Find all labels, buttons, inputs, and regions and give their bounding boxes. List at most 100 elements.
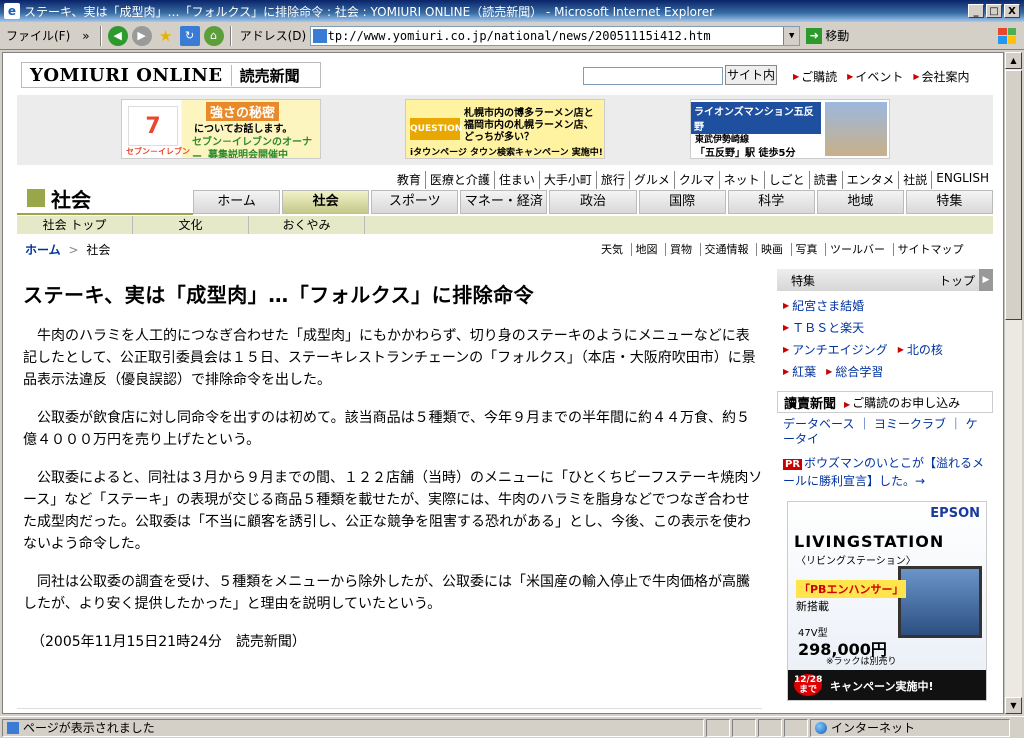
util-link[interactable]: サイトマップ (892, 243, 968, 256)
subnav-society-top[interactable]: 社会 トップ (17, 216, 133, 234)
feature-link[interactable]: 紀宮さま結婚 (783, 299, 864, 313)
ad-note: ※ラックは別売り (826, 657, 897, 667)
article-paragraph: 同社は公取委の調査を受け、５種類をメニューから除外したが、公取委には「米国産の輸… (23, 574, 751, 612)
banner-townpage[interactable]: QUESTION 札幌市内の博多ラーメン店と 福岡市内の札幌ラーメン店、 どっち… (405, 99, 605, 159)
breadcrumb-current: 社会 (86, 243, 111, 257)
util-link[interactable]: 写真 (790, 243, 822, 256)
feature-link[interactable]: ＴＢＳと楽天 (783, 321, 864, 335)
breadcrumb-sep: > (68, 243, 79, 257)
address-label: アドレス(D) (239, 29, 307, 43)
go-button[interactable]: ➜ 移動 (800, 27, 855, 44)
cat-link[interactable]: 旅行 (595, 171, 629, 189)
breadcrumb: ホーム > 社会 (25, 241, 110, 258)
home-icon[interactable]: ⌂ (203, 25, 224, 46)
maximize-button[interactable]: □ (986, 4, 1002, 18)
window-title: ステーキ、実は「成型肉」…「フォルクス」に排除命令 : 社会 : YOMIURI… (24, 4, 715, 19)
site-search-button[interactable]: サイト内 (725, 65, 777, 85)
cat-link[interactable]: 教育 (393, 171, 425, 189)
forward-icon[interactable]: ▶ (131, 25, 152, 46)
cat-link[interactable]: 住まい (493, 171, 539, 189)
main-nav: ホーム 社会 スポーツ マネー・経済 政治 国際 科学 地域 特集 (193, 190, 993, 214)
refresh-icon[interactable]: ↻ (179, 25, 200, 46)
epson-ad[interactable]: EPSON LIVINGSTATION 〈リビングステーション〉 「PBエンハン… (787, 501, 987, 701)
feature-top-label: トップ (938, 273, 975, 288)
status-cell (732, 718, 756, 737)
back-icon[interactable]: ◀ (107, 25, 128, 46)
cat-link[interactable]: グルメ (628, 171, 674, 189)
ad-feature-note: 新搭載 (796, 600, 829, 613)
subnav-obituaries[interactable]: おくやみ (249, 216, 365, 234)
scroll-down-icon[interactable]: ▼ (1005, 697, 1022, 714)
page-icon (313, 28, 328, 43)
cat-link[interactable]: クルマ (673, 171, 719, 189)
feature-link[interactable]: 総合学習 (826, 361, 883, 383)
close-button[interactable]: X (1004, 4, 1020, 18)
zone-text: インターネット (831, 721, 916, 735)
scroll-thumb[interactable] (1005, 70, 1022, 320)
file-menu[interactable]: ファイル(F) (0, 27, 76, 44)
nav-society[interactable]: 社会 (282, 190, 370, 214)
banner-seven-eleven[interactable]: 7 セブン－イレブン 強さの秘密 についてお話します。 セブン－イレブンのオーナ… (121, 99, 321, 159)
menu-overflow-button[interactable]: » (76, 29, 95, 43)
minimize-button[interactable]: _ (968, 4, 984, 18)
nav-world[interactable]: 国際 (638, 190, 726, 214)
feature-link[interactable]: アンチエイジング (783, 339, 888, 361)
util-link[interactable]: ツールバー (825, 243, 889, 256)
nav-features[interactable]: 特集 (905, 190, 993, 214)
banner-lions-mansion[interactable]: ライオンズマンション五反野 ソレイルコート 東武伊勢崎線 「五反野」駅 徒歩5分 (690, 99, 890, 159)
cat-link[interactable]: しごと (763, 171, 809, 189)
util-link[interactable]: 買物 (665, 243, 696, 256)
nav-money[interactable]: マネー・経済 (460, 190, 548, 214)
logo-japanese: 読売新聞 (239, 66, 300, 85)
nav-home[interactable]: ホーム (193, 190, 281, 214)
globe-icon (815, 721, 827, 734)
nav-politics[interactable]: 政治 (549, 190, 637, 214)
subscribe-link[interactable]: ご購読のお申し込み (844, 394, 960, 411)
toolbar-separator (229, 25, 232, 46)
banner1-brand: セブン－イレブン (126, 147, 190, 156)
feature-link[interactable]: 北の核 (898, 339, 943, 361)
address-dropdown-icon[interactable]: ▼ (783, 26, 800, 45)
cat-link[interactable]: ENGLISH (931, 171, 993, 189)
address-url[interactable]: http://www.yomiuri.co.jp/national/news/2… (313, 29, 783, 43)
pr-item[interactable]: PR ボウズマンのいとこが【溢れるメールに勝利宣言】した。→ (777, 451, 993, 493)
cat-link[interactable]: 社説 (898, 171, 931, 189)
util-link[interactable]: 天気 (597, 243, 627, 256)
feature-header: 特集 トップ ▶ (777, 269, 993, 291)
site-logo[interactable]: YOMIURI ONLINE 読売新聞 (21, 62, 321, 88)
windows-logo-icon (994, 24, 1020, 48)
scroll-up-icon[interactable]: ▲ (1005, 52, 1022, 69)
nav-science[interactable]: 科学 (727, 190, 815, 214)
nav-sports[interactable]: スポーツ (371, 190, 459, 214)
section-header: 社会 (17, 183, 193, 215)
page-viewport: YOMIURI ONLINE 読売新聞 サイト内 ご購読 イベント 会社案内 7… (2, 52, 1004, 714)
cat-link[interactable]: 読書 (808, 171, 842, 189)
subnav-culture[interactable]: 文化 (133, 216, 249, 234)
util-link[interactable]: 地図 (630, 243, 662, 256)
cat-link[interactable]: ネット (718, 171, 764, 189)
link-company[interactable]: 会社案内 (913, 68, 970, 85)
section-title: 社会 (51, 187, 91, 212)
nav-region[interactable]: 地域 (816, 190, 904, 214)
vertical-scrollbar[interactable]: ▲ ▼ (1004, 52, 1022, 714)
service-links[interactable]: データベース ｜ ヨミークラブ ｜ ケータイ (777, 413, 993, 451)
util-link[interactable]: 交通情報 (699, 243, 753, 256)
breadcrumb-home[interactable]: ホーム (25, 243, 61, 257)
ad-feature: 「PBエンハンサー」 (796, 580, 907, 598)
cat-link[interactable]: 大手小町 (538, 171, 596, 189)
feature-top-link[interactable]: トップ ▶ (939, 269, 993, 291)
feature-link[interactable]: 紅葉 (783, 361, 816, 383)
link-events[interactable]: イベント (847, 68, 903, 85)
page-done-icon (7, 721, 19, 734)
util-link[interactable]: 映画 (756, 243, 787, 256)
tv-image (898, 566, 982, 638)
banner2-line3: どっちが多い？ (464, 132, 534, 143)
favorites-star-icon[interactable]: ★ (156, 26, 176, 46)
link-subscribe[interactable]: ご購読 (793, 68, 837, 85)
pr-text: ボウズマンのいとこが【溢れるメールに勝利宣言】した。→ (783, 456, 985, 488)
banner1-line3: 募集説明会開催中 (208, 150, 288, 159)
address-bar[interactable]: http://www.yomiuri.co.jp/national/news/2… (310, 25, 801, 46)
site-search-input[interactable] (583, 67, 723, 85)
cat-link[interactable]: エンタメ (841, 171, 899, 189)
cat-link[interactable]: 医療と介護 (424, 171, 494, 189)
